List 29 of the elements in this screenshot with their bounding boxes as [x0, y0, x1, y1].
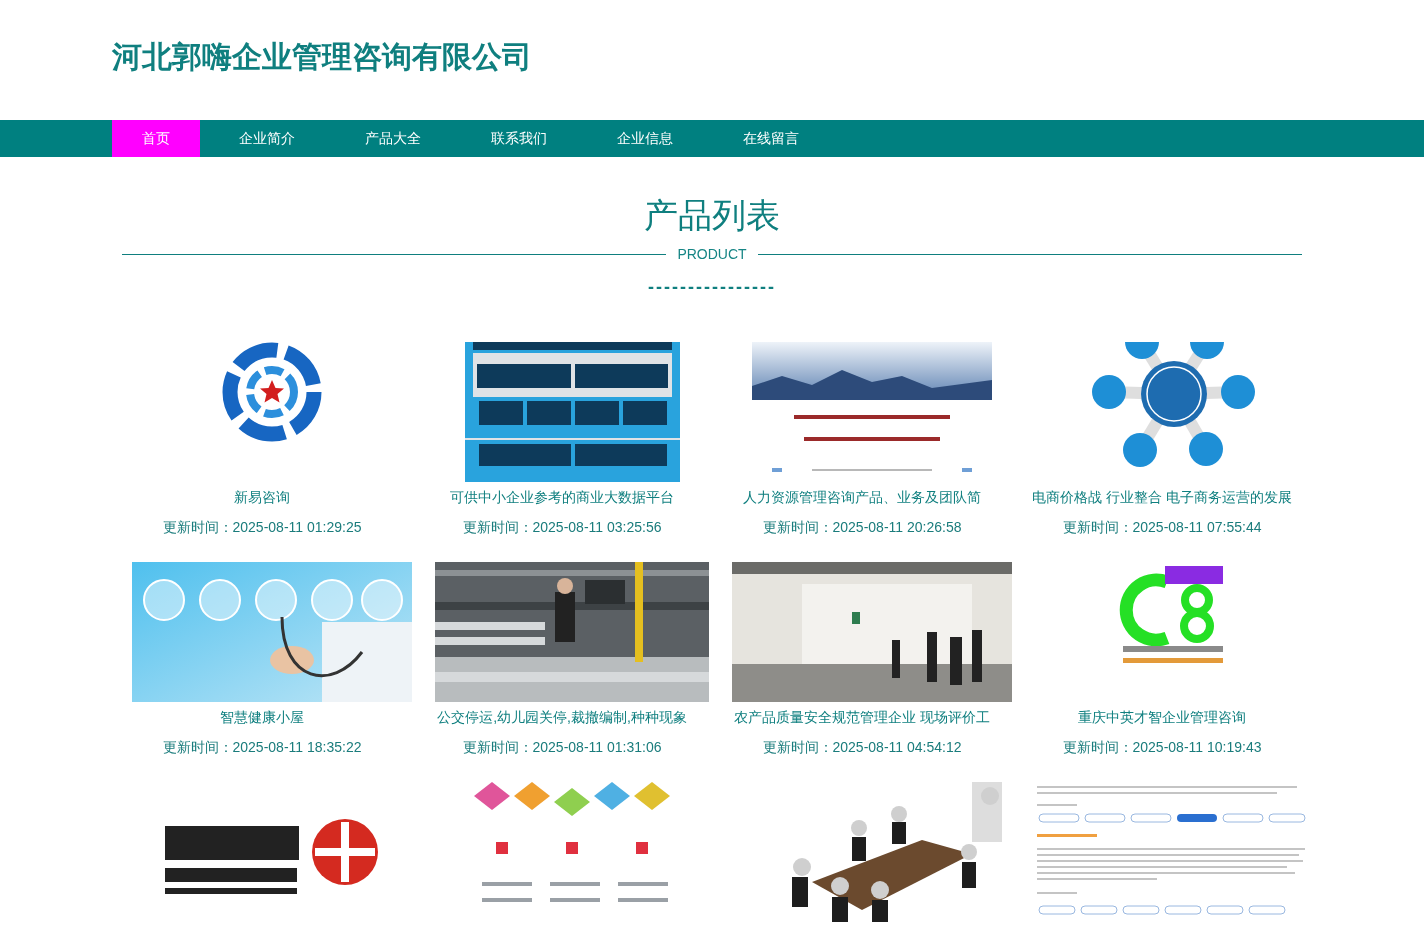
nav-link[interactable]: 首页: [112, 120, 200, 157]
photo-placeholder[interactable]: [732, 562, 1012, 702]
update-time: 更新时间：2025-08-11 03:25:56: [461, 518, 663, 537]
update-time: 更新时间：2025-08-11 18:35:22: [161, 738, 363, 757]
update-time: 更新时间：2025-08-11 01:29:25: [161, 518, 363, 537]
nav-link[interactable]: 联系我们: [456, 120, 582, 157]
section-title: 产品列表: [643, 195, 781, 235]
product-title-link[interactable]: 农产品质量安全规范管理企业 现场评价工: [722, 707, 1002, 727]
update-time: 更新时间：2025-08-11 04:54:12: [761, 738, 963, 757]
product-title-link[interactable]: 公交停运,幼儿园关停,裁撤编制,种种现象: [422, 707, 702, 727]
nav-link[interactable]: 企业简介: [204, 120, 330, 157]
section-subtitle: PRODUCT: [676, 245, 748, 264]
dashed-divider: ----------------: [648, 276, 776, 298]
product-title-link[interactable]: 新易咨询: [122, 487, 402, 507]
product-title-link[interactable]: 智慧健康小屋: [122, 707, 402, 727]
diagram-drawing[interactable]: [464, 342, 680, 482]
product-title-link[interactable]: 可供中小企业参考的商业大数据平台: [422, 487, 702, 507]
update-time: 更新时间：2025-08-11 01:31:06: [461, 738, 663, 757]
update-time: 更新时间：2025-08-11 20:26:58: [761, 518, 963, 537]
nav-link[interactable]: 企业信息: [582, 120, 708, 157]
product-title-link[interactable]: 人力资源管理咨询产品、业务及团队简: [722, 487, 1002, 507]
site-title: 河北郭嗨企业管理咨询有限公司: [112, 39, 532, 75]
nav-link[interactable]: 在线留言: [708, 120, 834, 157]
nav-link[interactable]: 产品大全: [330, 120, 456, 157]
update-time: 更新时间：2025-08-11 07:55:44: [1061, 518, 1263, 537]
update-time: 更新时间：2025-08-11 10:19:43: [1061, 738, 1263, 757]
product-title-link[interactable]: 电商价格战 行业整合 电子商务运营的发展: [1022, 487, 1302, 507]
photo-placeholder[interactable]: [435, 562, 709, 702]
product-title-link[interactable]: 重庆中英才智企业管理咨询: [1022, 707, 1302, 727]
